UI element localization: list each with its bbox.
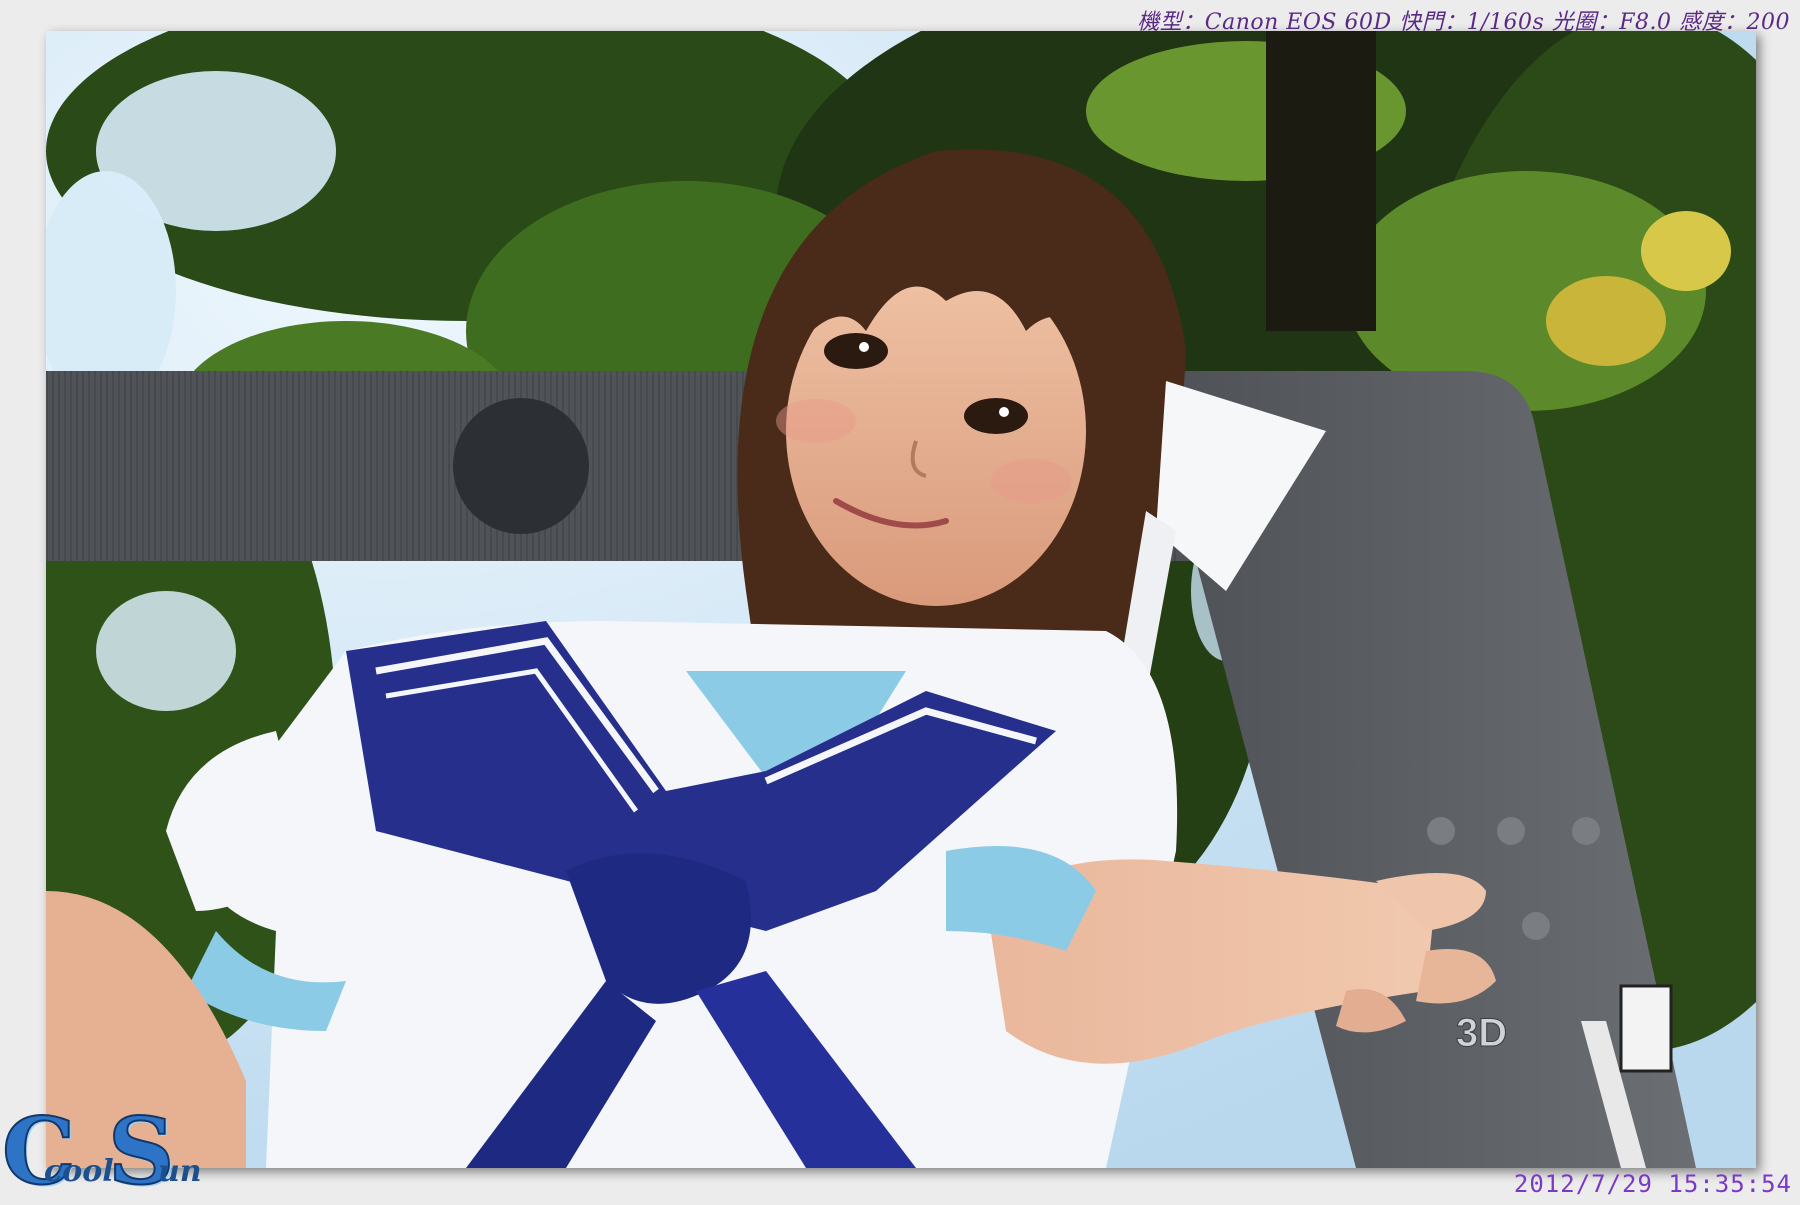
cosplay-photo: 3D [46,31,1756,1168]
photo-frame: 3D [46,31,1756,1168]
coolsun-watermark: C cool S un [0,1104,210,1200]
prop-label-3d: 3D [1456,1011,1507,1055]
watermark-text-un: un [158,1154,202,1189]
date-timestamp: 2012/7/29 15:35:54 [1513,1170,1792,1198]
watermark-text-cool: cool [44,1154,114,1189]
